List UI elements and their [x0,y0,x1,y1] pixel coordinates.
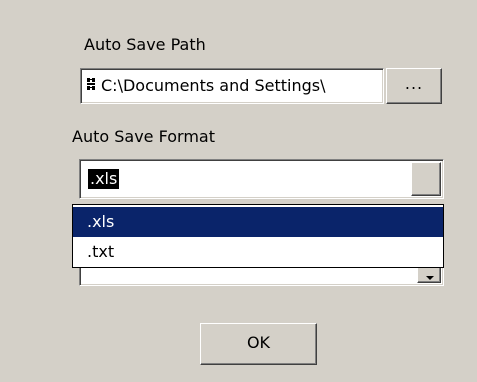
auto-save-format-combo[interactable]: .xls [79,159,444,199]
format-option-txt[interactable]: .txt [73,237,443,267]
auto-save-format-label: Auto Save Format [72,127,215,146]
browse-button[interactable]: ... [386,68,442,104]
network-drive-icon [87,78,95,90]
auto-save-format-selected-value: .xls [88,169,120,189]
auto-save-path-label: Auto Save Path [84,35,206,54]
auto-save-path-value: C:\Documents and Settings\ [101,76,326,95]
ok-button[interactable]: OK [200,323,317,365]
format-dropdown-button[interactable] [411,162,441,196]
format-option-xls[interactable]: .xls [73,207,443,237]
auto-save-settings-dialog: Auto Save Path C:\Documents and Settings… [0,0,477,382]
chevron-down-icon [426,276,434,280]
auto-save-path-field[interactable]: C:\Documents and Settings\ [80,68,384,104]
format-dropdown-list[interactable]: .xls .txt [72,204,444,268]
